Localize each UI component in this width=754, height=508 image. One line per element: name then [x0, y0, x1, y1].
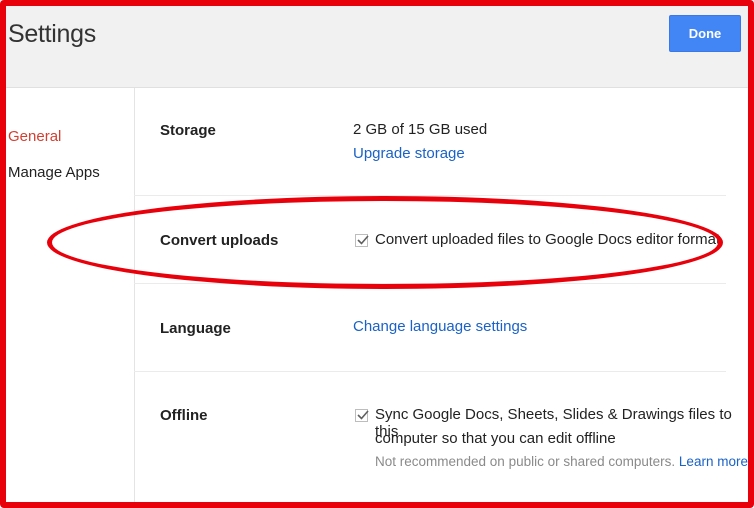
change-language-link[interactable]: Change language settings [353, 318, 527, 335]
offline-label: Offline [160, 407, 208, 424]
settings-header: Settings Done [0, 0, 754, 88]
checkmark-icon [357, 410, 369, 420]
page-title: Settings [8, 20, 96, 48]
learn-more-link[interactable]: Learn more [679, 454, 748, 469]
storage-label: Storage [160, 122, 216, 139]
convert-uploads-option: Convert uploaded files to Google Docs ed… [375, 231, 721, 248]
divider [134, 283, 726, 284]
divider [134, 371, 726, 372]
storage-usage: 2 GB of 15 GB used [353, 121, 488, 138]
divider [134, 195, 726, 196]
language-label: Language [160, 320, 231, 337]
settings-sidebar: General Manage Apps [0, 88, 135, 508]
offline-sync-option-line2: computer so that you can edit offline [375, 430, 616, 447]
offline-note: Not recommended on public or shared comp… [375, 454, 748, 469]
offline-warning-text: Not recommended on public or shared comp… [375, 454, 676, 469]
offline-sync-checkbox[interactable] [355, 409, 369, 422]
checkmark-icon [357, 235, 369, 245]
sidebar-item-general[interactable]: General [8, 128, 61, 145]
convert-uploads-checkbox[interactable] [355, 234, 369, 247]
done-button[interactable]: Done [669, 15, 741, 52]
convert-uploads-label: Convert uploads [160, 232, 279, 249]
upgrade-storage-link[interactable]: Upgrade storage [353, 145, 465, 162]
sidebar-item-manage-apps[interactable]: Manage Apps [8, 164, 100, 181]
